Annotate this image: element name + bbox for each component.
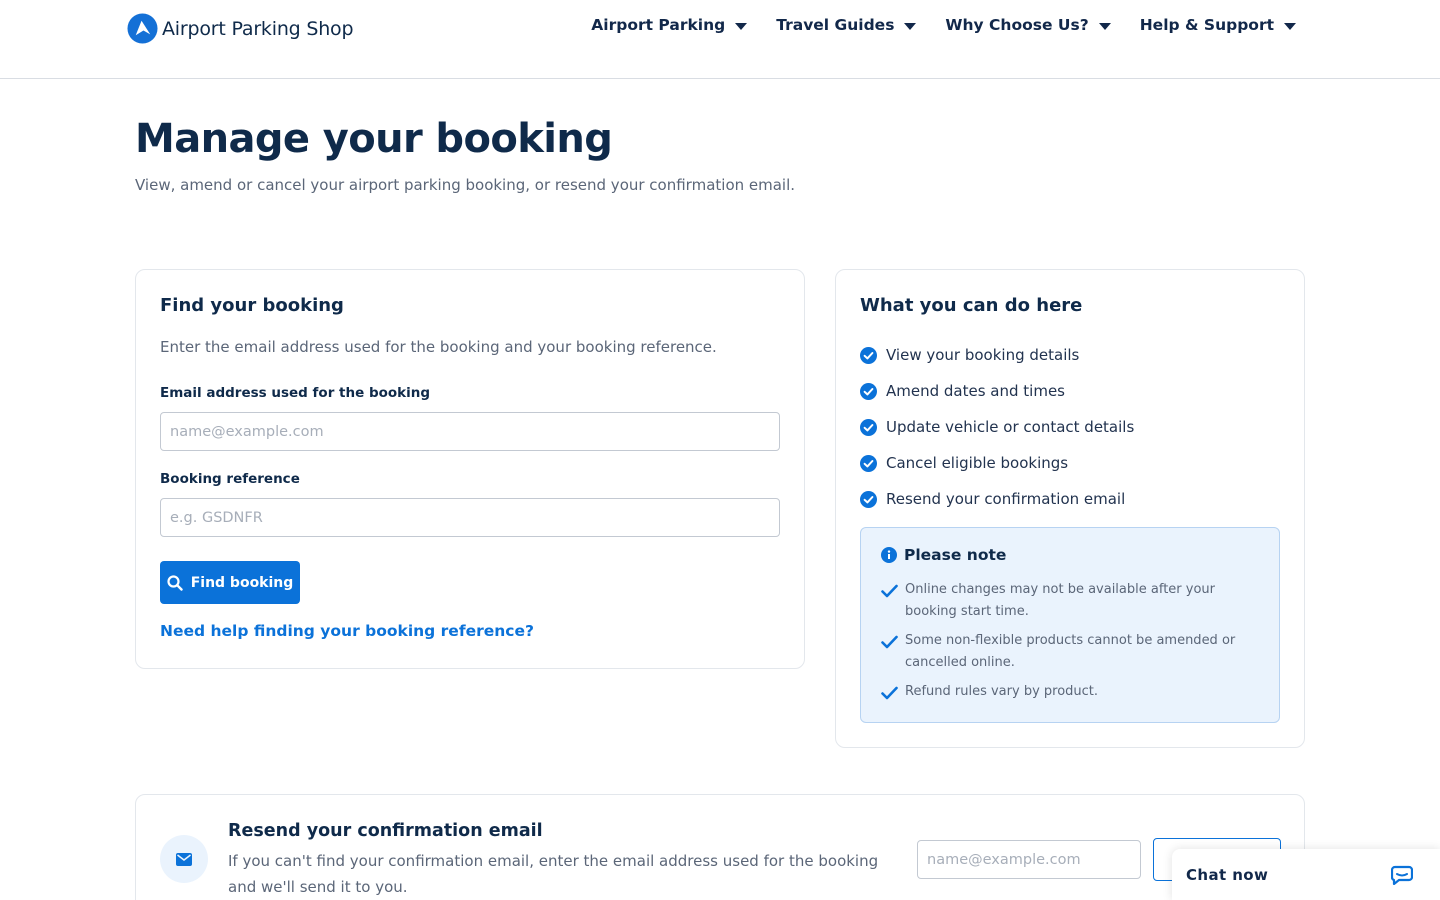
list-item: Update vehicle or contact details xyxy=(860,409,1134,445)
check-circle-icon xyxy=(860,346,877,364)
logo-plane-icon xyxy=(127,13,158,44)
resend-title: Resend your confirmation email xyxy=(228,821,543,841)
reference-label: Booking reference xyxy=(160,471,300,487)
note-item-text: Online changes may not be available afte… xyxy=(905,582,1216,619)
note-list: Online changes may not be available afte… xyxy=(881,579,1261,710)
nav-travel-guides[interactable]: Travel Guides xyxy=(776,16,917,34)
check-circle-icon xyxy=(860,454,877,472)
find-booking-button[interactable]: Find booking xyxy=(160,561,300,604)
envelope-icon xyxy=(176,852,192,866)
list-item: Resend your confirmation email xyxy=(860,481,1134,517)
list-item-label: Update vehicle or contact details xyxy=(886,418,1135,436)
note-item: Some non-flexible products cannot be ame… xyxy=(881,630,1261,674)
resend-email-input[interactable] xyxy=(917,840,1141,879)
help-reference-link[interactable]: Need help finding your booking reference… xyxy=(160,622,534,640)
note-item-text: Refund rules vary by product. xyxy=(905,684,1099,699)
site-header: Airport Parking Shop Airport Parking Tra… xyxy=(0,0,1440,79)
list-item: View your booking details xyxy=(860,337,1134,373)
resend-description: If you can't find your confirmation emai… xyxy=(228,852,879,896)
info-title: What you can do here xyxy=(860,295,1083,316)
nav-label: Airport Parking xyxy=(591,16,726,34)
list-item-label: View your booking details xyxy=(886,346,1080,364)
check-icon xyxy=(881,686,898,700)
check-icon xyxy=(881,635,898,649)
email-input[interactable] xyxy=(160,412,780,451)
brand-name: Airport Parking Shop xyxy=(162,17,354,40)
list-item: Amend dates and times xyxy=(860,373,1134,409)
resend-card: Resend your confirmation email If you ca… xyxy=(135,794,1305,900)
nav-label: Help & Support xyxy=(1139,16,1274,34)
list-item-label: Resend your confirmation email xyxy=(886,490,1126,508)
info-card: What you can do here View your booking d… xyxy=(835,269,1305,748)
page-subtitle: View, amend or cancel your airport parki… xyxy=(135,176,796,194)
chevron-down-icon xyxy=(904,22,917,30)
resend-icon-circle xyxy=(160,835,208,883)
note-item-text: Some non-flexible products cannot be ame… xyxy=(905,633,1236,670)
chevron-down-icon xyxy=(1098,22,1111,30)
find-booking-description: Enter the email address used for the boo… xyxy=(160,338,717,356)
please-note-box: Please note Online changes may not be av… xyxy=(860,527,1280,723)
note-heading: Please note xyxy=(881,546,1006,564)
nav-label: Travel Guides xyxy=(776,16,895,34)
chevron-down-icon xyxy=(1284,22,1296,30)
info-icon xyxy=(881,547,897,563)
list-item-label: Cancel eligible bookings xyxy=(886,454,1069,472)
note-item: Online changes may not be available afte… xyxy=(881,579,1261,623)
nav-airport-parking[interactable]: Airport Parking xyxy=(591,16,748,34)
booking-reference-input[interactable] xyxy=(160,498,780,537)
page-title: Manage your booking xyxy=(135,116,613,162)
nav-why-choose-us[interactable]: Why Choose Us? xyxy=(945,16,1111,34)
note-item: Refund rules vary by product. xyxy=(881,681,1261,703)
brand-logo[interactable]: Airport Parking Shop xyxy=(127,13,354,44)
nav-label: Why Choose Us? xyxy=(945,16,1089,34)
list-item-label: Amend dates and times xyxy=(886,382,1065,400)
search-icon xyxy=(167,574,183,591)
email-label: Email address used for the booking xyxy=(160,385,431,401)
check-circle-icon xyxy=(860,490,877,508)
capabilities-list: View your booking details Amend dates an… xyxy=(860,337,1134,517)
chat-label: Chat now xyxy=(1186,865,1269,884)
check-circle-icon xyxy=(860,418,877,436)
check-circle-icon xyxy=(860,382,877,400)
list-item: Cancel eligible bookings xyxy=(860,445,1134,481)
chat-bubble-icon xyxy=(1391,865,1413,885)
chevron-down-icon xyxy=(735,22,748,30)
check-icon xyxy=(881,584,898,598)
note-title: Please note xyxy=(904,546,1007,564)
find-booking-card: Find your booking Enter the email addres… xyxy=(135,269,805,669)
main-nav: Airport Parking Travel Guides Why Choose… xyxy=(591,16,1296,34)
find-booking-label: Find booking xyxy=(190,574,294,591)
find-booking-title: Find your booking xyxy=(160,295,344,316)
nav-help-support[interactable]: Help & Support xyxy=(1140,16,1296,34)
chat-widget[interactable]: Chat now xyxy=(1172,849,1440,900)
